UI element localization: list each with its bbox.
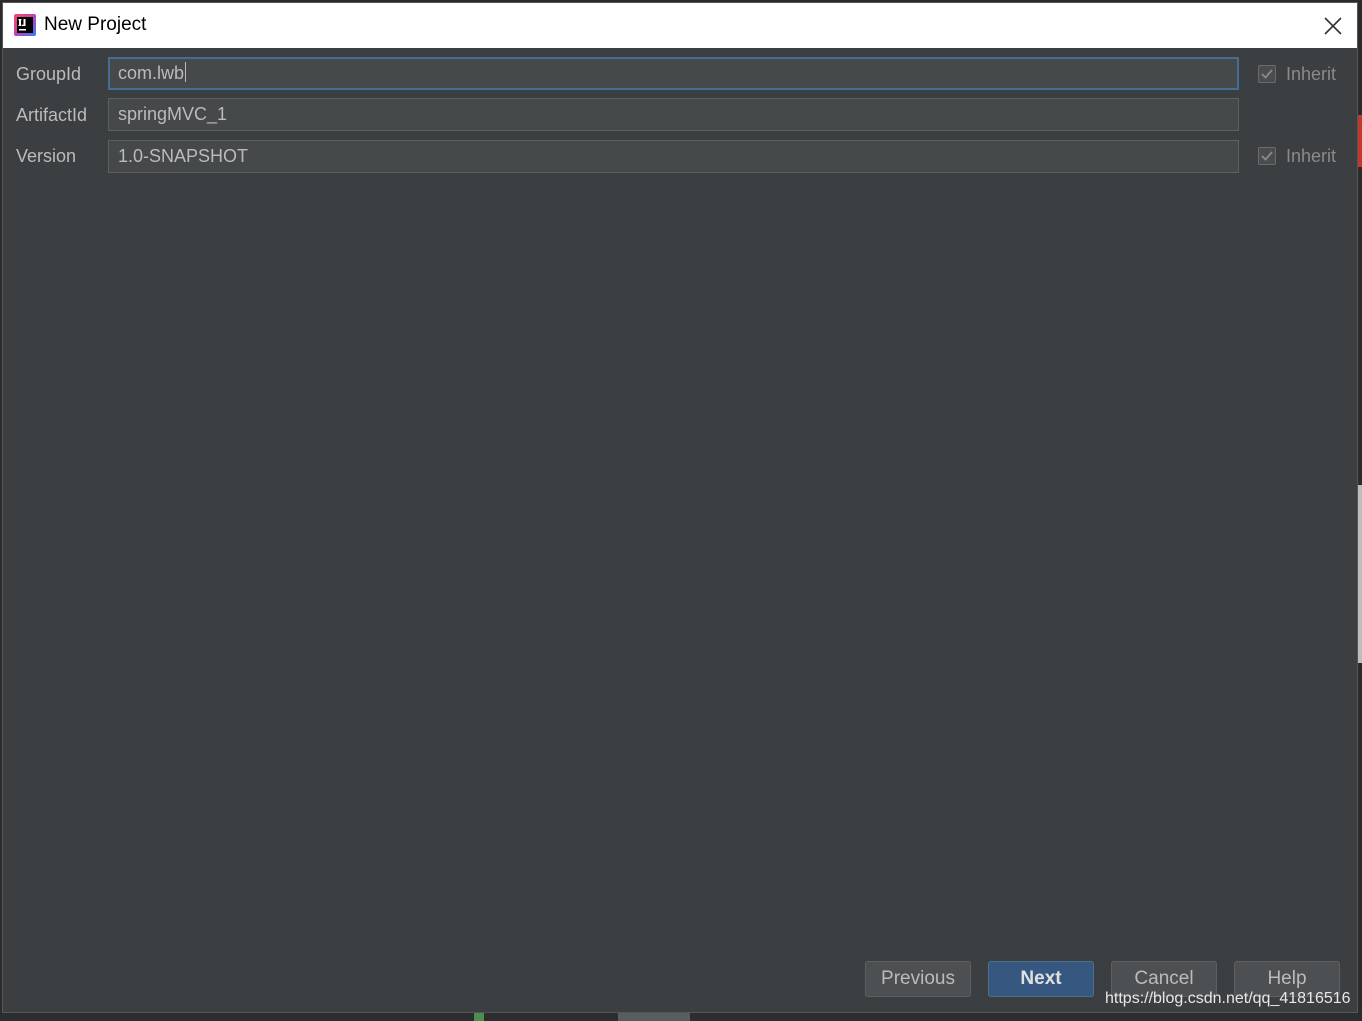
background-light-marker (1358, 485, 1362, 663)
watermark-text: https://blog.csdn.net/qq_41816516 (1105, 990, 1351, 1007)
title-bar: New Project (3, 3, 1357, 48)
intellij-idea-icon (14, 14, 36, 36)
background-green-marker (474, 1013, 484, 1021)
inherit-group-checkbox[interactable]: Inherit (1258, 63, 1336, 85)
artifact-id-input[interactable]: springMVC_1 (108, 98, 1239, 131)
inherit-version-checkbox[interactable]: Inherit (1258, 145, 1336, 167)
checkbox-box (1258, 147, 1276, 165)
version-label: Version (16, 146, 77, 166)
text-caret (185, 62, 187, 82)
background-red-marker (1358, 115, 1362, 167)
new-project-dialog: New Project GroupId com.lwb Inherit Arti… (2, 2, 1358, 1013)
group-id-input[interactable]: com.lwb (108, 57, 1239, 90)
close-button[interactable] (1309, 3, 1357, 48)
window-title: New Project (44, 14, 147, 35)
version-value: 1.0-SNAPSHOT (118, 146, 249, 166)
checkbox-box (1258, 65, 1276, 83)
group-id-value: com.lwb (118, 63, 185, 83)
artifact-id-value: springMVC_1 (118, 104, 228, 124)
next-button[interactable]: Next (988, 961, 1094, 997)
close-icon (1324, 16, 1342, 35)
checkmark-icon (1261, 69, 1273, 79)
inherit-group-label: Inherit (1286, 63, 1337, 84)
version-input[interactable]: 1.0-SNAPSHOT (108, 140, 1239, 173)
checkmark-icon (1261, 151, 1273, 161)
previous-button[interactable]: Previous (865, 961, 971, 997)
artifact-id-label: ArtifactId (16, 105, 88, 125)
background-gray-marker (618, 1013, 690, 1021)
group-id-label: GroupId (16, 64, 82, 84)
inherit-version-label: Inherit (1286, 145, 1337, 166)
